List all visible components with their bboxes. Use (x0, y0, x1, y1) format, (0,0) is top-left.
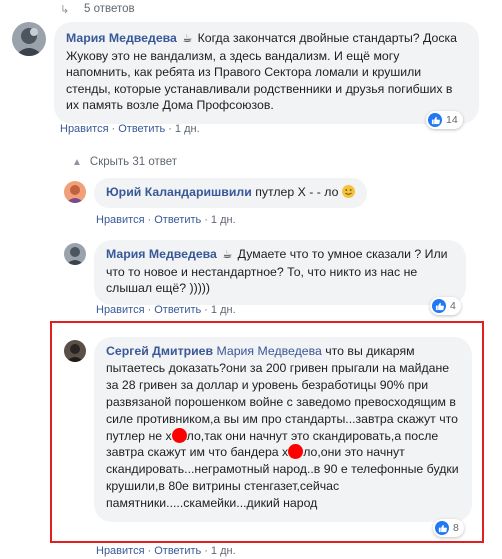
like-reaction-icon (428, 113, 442, 127)
comment-author[interactable]: Мария Медведева (66, 31, 177, 45)
reply: Юрий Каландаришвили путлер Х - - ло (64, 178, 367, 208)
comment: Мария Медведева ☕ Когда закончатся двойн… (12, 22, 479, 124)
like-button[interactable]: Нравится (96, 214, 145, 226)
coffee-icon: ☕ (222, 249, 233, 261)
reaction-count[interactable]: 4 (430, 297, 461, 315)
avatar[interactable] (12, 22, 46, 56)
reply-author[interactable]: Юрий Каландаришвили (106, 185, 252, 199)
like-reaction-icon (432, 299, 446, 313)
reply-button[interactable]: Ответить (154, 304, 201, 316)
reply-bubble: Мария Медведева ☕ Думаете что то умное с… (94, 240, 466, 305)
reply-time[interactable]: 1 дн. (211, 545, 236, 557)
like-button[interactable]: Нравится (96, 545, 145, 557)
comment-bubble: Мария Медведева ☕ Когда закончатся двойн… (54, 22, 479, 124)
avatar[interactable] (64, 340, 86, 362)
red-dot-redaction (288, 444, 304, 460)
reply-actions: Нравится · Ответить · 1 дн. (96, 545, 236, 557)
red-dot-redaction (171, 427, 187, 443)
reply-text: путлер Х - - ло (255, 185, 339, 199)
mention-link[interactable]: Мария Медведева (217, 344, 322, 358)
reply-button[interactable]: Ответить (154, 214, 201, 226)
reply-time[interactable]: 1 дн. (211, 214, 236, 226)
view-replies-label: 5 ответов (84, 3, 135, 15)
comment-time[interactable]: 1 дн. (175, 123, 200, 135)
like-button[interactable]: Нравится (60, 123, 109, 135)
reply-actions: Нравится · Ответить · 1 дн. (96, 304, 236, 316)
like-button[interactable]: Нравится (96, 304, 145, 316)
comment-actions: Нравится · Ответить · 1 дн. (60, 123, 200, 135)
avatar[interactable] (64, 181, 86, 203)
hide-replies-label: Скрыть 31 ответ (89, 156, 178, 168)
reply-bubble: Юрий Каландаришвили путлер Х - - ло (94, 178, 367, 208)
reply-button[interactable]: Ответить (154, 545, 201, 557)
reply: Мария Медведева ☕ Думаете что то умное с… (64, 240, 466, 305)
chevron-up-icon: ▲ (72, 156, 82, 168)
reaction-count[interactable]: 14 (426, 111, 463, 129)
reply-actions: Нравится · Ответить · 1 дн. (96, 214, 236, 226)
like-reaction-icon (435, 521, 449, 535)
reaction-count[interactable]: 8 (433, 519, 464, 537)
reply-author[interactable]: Сергей Дмитриев (106, 344, 213, 358)
reply-arrow-icon: ↳ (60, 3, 70, 16)
coffee-icon: ☕ (182, 33, 193, 45)
view-replies-link[interactable]: ↳ 5 ответов (60, 0, 135, 18)
reply-button[interactable]: Ответить (118, 123, 165, 135)
reply-bubble: Сергей Дмитриев Мария Медведева что вы д… (94, 337, 472, 523)
hide-replies-link[interactable]: ▲ Скрыть 31 ответ (72, 154, 177, 170)
avatar[interactable] (64, 243, 86, 265)
reply: Сергей Дмитриев Мария Медведева что вы д… (64, 337, 472, 523)
reply-time[interactable]: 1 дн. (211, 304, 236, 316)
reply-author[interactable]: Мария Медведева (106, 247, 217, 261)
smile-emoji-icon (341, 185, 355, 198)
